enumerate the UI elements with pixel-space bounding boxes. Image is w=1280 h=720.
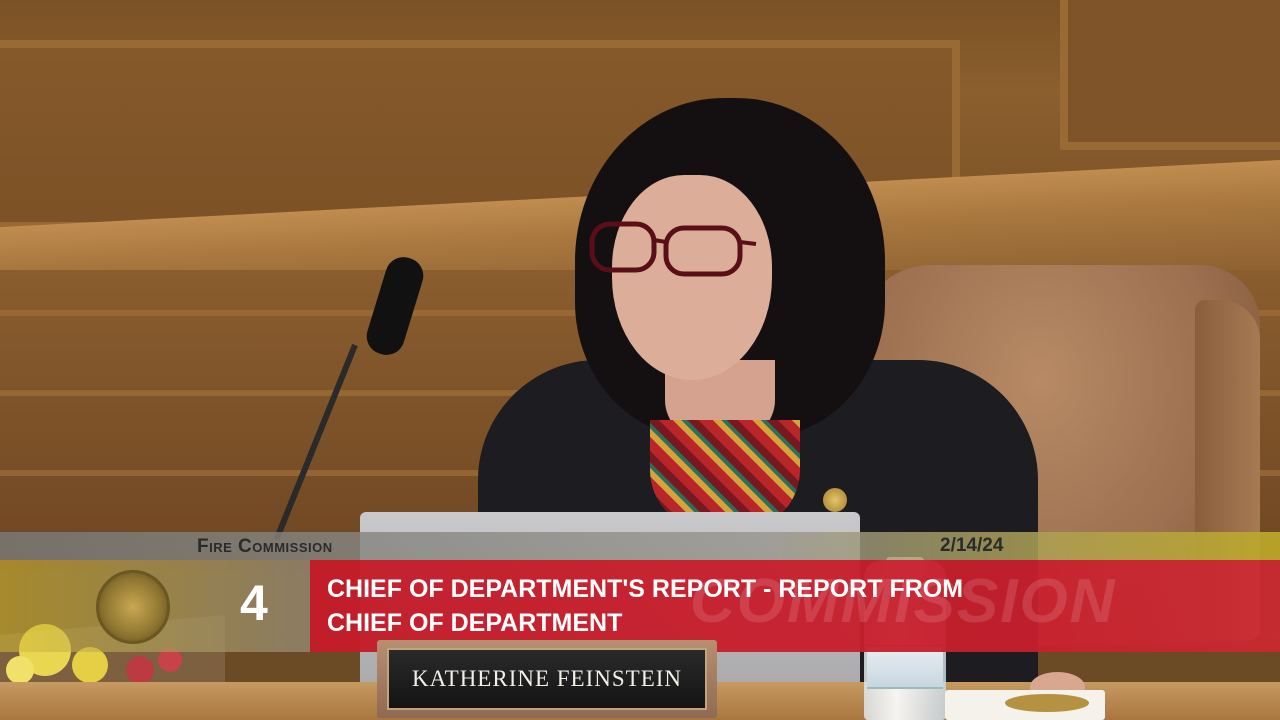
nameplate: KATHERINE FEINSTEIN: [377, 640, 717, 718]
eyeglasses: [589, 221, 757, 277]
nameplate-name: KATHERINE FEINSTEIN: [411, 666, 683, 691]
organization-label: Fire Commission: [197, 536, 333, 557]
lapel-pin: [823, 488, 847, 512]
video-frame: Fire Commission 2/14/24 4 COMMISSION CHI…: [0, 0, 1280, 720]
document-seal-icon: [1005, 694, 1089, 712]
wood-panel-frame-right: [1060, 0, 1280, 150]
meeting-date: 2/14/24: [940, 535, 1004, 556]
nameplate-face: KATHERINE FEINSTEIN: [387, 648, 707, 710]
agenda-title-line-2: CHIEF OF DEPARTMENT: [327, 609, 623, 637]
agenda-item-number: 4: [240, 575, 268, 631]
city-seal-icon: [96, 570, 170, 644]
agenda-title-line-1: CHIEF OF DEPARTMENT'S REPORT - REPORT FR…: [327, 575, 964, 603]
agenda-item-title: CHIEF OF DEPARTMENT'S REPORT - REPORT FR…: [327, 572, 1227, 640]
lower-third-header-bar: [0, 532, 1280, 560]
